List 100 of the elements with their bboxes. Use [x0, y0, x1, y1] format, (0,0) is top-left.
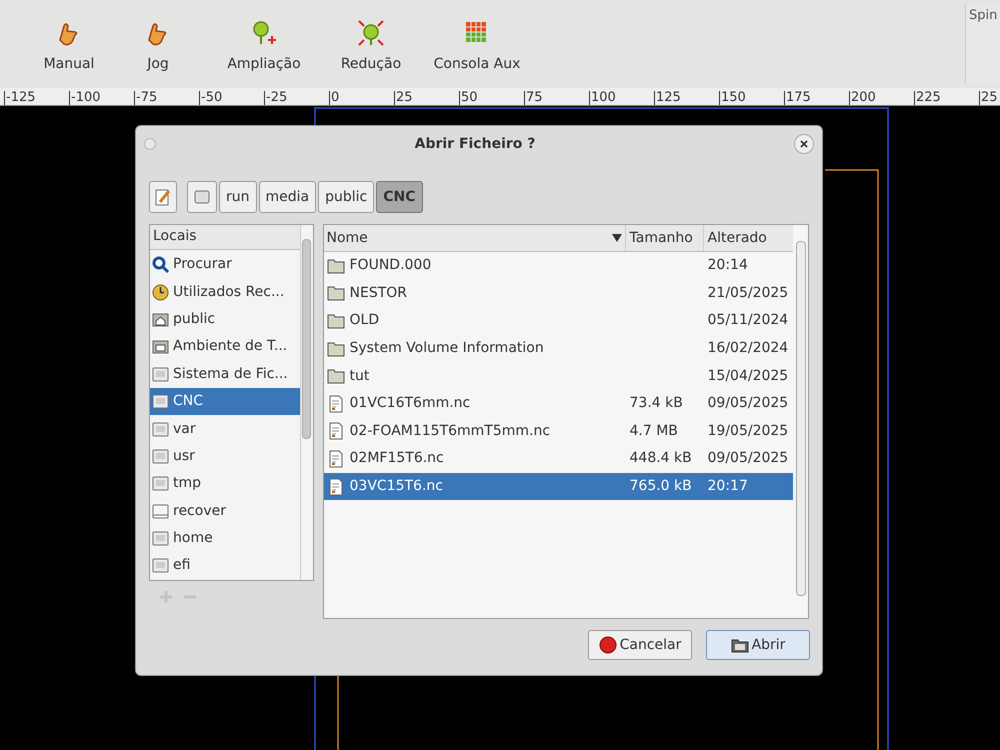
drive-icon: [152, 420, 169, 438]
place-item[interactable]: CNC: [150, 388, 300, 416]
file-name: NESTOR: [350, 284, 408, 303]
place-item[interactable]: public: [150, 306, 300, 334]
file-row[interactable]: 02-FOAM115T6mmT5mm.nc 4.7 MB 19/05/2025: [324, 418, 793, 446]
ruler-label: 25: [979, 91, 998, 105]
drive-icon: [152, 448, 169, 465]
path-button[interactable]: CNC: [376, 181, 423, 213]
file-row[interactable]: OLD 05/11/2024: [324, 307, 793, 335]
file-name: System Volume Information: [350, 339, 544, 358]
drive-icon: [152, 502, 169, 520]
place-item[interactable]: Utilizados Rec...: [150, 278, 300, 306]
ruler-label: -25: [264, 91, 329, 105]
folder-icon: [326, 367, 344, 386]
clock-icon: [152, 284, 169, 301]
column-header[interactable]: Alterado: [704, 225, 793, 251]
add-icon[interactable]: [159, 590, 173, 604]
pencil-icon: [155, 188, 171, 206]
file-name: 02MF15T6.nc: [350, 449, 444, 468]
place-item[interactable]: Procurar: [150, 251, 300, 278]
toolbar-button[interactable]: Ampliação: [208, 20, 320, 75]
window-menu-icon[interactable]: [144, 138, 156, 150]
open-button[interactable]: Abrir: [706, 630, 810, 660]
place-item[interactable]: usr: [150, 442, 300, 470]
toolbar-button[interactable]: Manual: [30, 20, 108, 75]
place-item[interactable]: var: [150, 415, 300, 443]
close-icon: [799, 139, 809, 149]
zoom-in-icon: [251, 20, 277, 46]
file-name: OLD: [350, 311, 380, 330]
drive-icon: [152, 366, 169, 383]
desktop-folder-icon: [152, 338, 169, 356]
home-folder-icon: [152, 310, 169, 328]
file-size: 448.4 kB: [630, 450, 692, 466]
file-size: 73.4 kB: [630, 395, 683, 412]
file-date: 21/05/2025: [708, 284, 788, 301]
toolbar-button[interactable]: Consola Aux: [422, 20, 532, 75]
ruler-label: -100: [69, 91, 134, 105]
place-item[interactable]: Ambiente de T...: [150, 333, 300, 361]
file-row[interactable]: FOUND.000 20:14: [324, 252, 793, 280]
file-row[interactable]: System Volume Information 16/02/2024: [324, 334, 793, 362]
file-date: 20:17: [708, 478, 748, 494]
file-name: FOUND.000: [350, 256, 432, 276]
ruler-label: 175: [784, 91, 849, 105]
folder-icon: [326, 284, 344, 302]
ruler-label: 75: [524, 91, 589, 105]
path-button[interactable]: [187, 181, 217, 213]
file-row[interactable]: 01VC16T6mm.nc 73.4 kB 09/05/2025: [324, 390, 793, 418]
toolbar-button[interactable]: Redução: [320, 20, 422, 75]
ruler-label: -75: [134, 91, 199, 105]
place-item[interactable]: Sistema de Fic...: [150, 360, 300, 388]
cancel-button[interactable]: Cancelar: [588, 630, 692, 660]
place-item[interactable]: recover: [150, 498, 300, 525]
ruler-label: 0: [329, 91, 394, 105]
file-icon: [326, 394, 344, 413]
file-icon: [326, 422, 344, 440]
dialog-title: Abrir Ficheiro ?: [414, 134, 536, 154]
drive-icon: [194, 189, 210, 205]
file-date: 09/05/2025: [708, 395, 788, 412]
file-row[interactable]: 02MF15T6.nc 448.4 kB 09/05/2025: [324, 445, 793, 473]
drive-icon: [152, 557, 169, 574]
file-date: 15/04/2025: [708, 368, 788, 384]
column-header[interactable]: Tamanho: [626, 225, 704, 251]
zoom-out-icon: [358, 20, 384, 46]
stop-icon: [598, 636, 617, 654]
ruler-label: 225: [914, 91, 979, 105]
toolbar-button[interactable]: Jog: [108, 20, 208, 75]
place-item[interactable]: efi: [150, 552, 300, 580]
file-size: 4.7 MB: [630, 422, 678, 439]
file-date: 20:14: [708, 257, 748, 274]
place-item[interactable]: tmp: [150, 470, 300, 498]
file-date: 09/05/2025: [708, 450, 788, 466]
file-name: 03VC15T6.nc: [350, 477, 443, 496]
file-row[interactable]: tut 15/04/2025: [324, 362, 793, 390]
panel-label: Spin: [969, 7, 998, 25]
edit-location-button[interactable]: [149, 181, 177, 213]
ruler-label: -50: [199, 91, 264, 105]
file-row[interactable]: NESTOR 21/05/2025: [324, 280, 793, 308]
ruler-label: 25: [394, 91, 459, 105]
column-header[interactable]: Locais: [150, 225, 300, 250]
scrollbar[interactable]: [300, 225, 312, 580]
drive-icon: [152, 475, 169, 492]
ruler-label: 200: [849, 91, 914, 105]
path-button[interactable]: public: [318, 181, 374, 213]
place-item[interactable]: home: [150, 524, 300, 552]
file-icon: [326, 478, 344, 496]
file-row[interactable]: 03VC15T6.nc 765.0 kB 20:17: [324, 472, 793, 500]
file-date: 16/02/2024: [708, 340, 788, 356]
path-button[interactable]: run: [219, 181, 257, 213]
file-name: tut: [350, 366, 370, 386]
sort-arrow-icon: [612, 234, 622, 242]
search-icon: [152, 256, 169, 274]
column-header[interactable]: Nome: [324, 225, 626, 251]
ruler-label: -125: [4, 91, 69, 105]
path-button[interactable]: media: [258, 181, 316, 213]
close-button[interactable]: [794, 134, 814, 154]
file-name: 01VC16T6mm.nc: [350, 394, 470, 414]
drive-icon: [152, 530, 169, 548]
ruler-label: 150: [719, 91, 784, 105]
folder-icon: [326, 340, 344, 358]
ruler-label: 50: [459, 91, 524, 105]
